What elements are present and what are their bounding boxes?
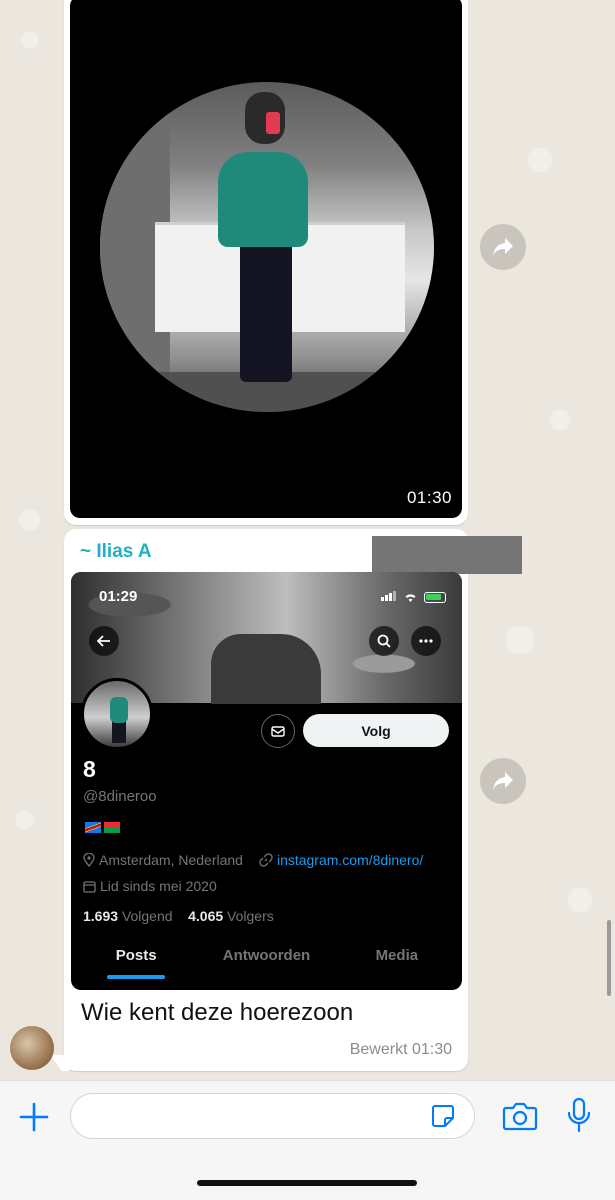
forward-button[interactable] <box>480 224 526 270</box>
calendar-icon <box>83 880 96 893</box>
message-input-bar <box>0 1080 615 1200</box>
battery-icon <box>424 591 446 603</box>
following-count: 1.693 <box>83 908 119 924</box>
mail-icon <box>271 725 285 737</box>
followers-label: Volgers <box>227 908 274 924</box>
status-icons <box>381 588 446 606</box>
message-input[interactable] <box>70 1093 475 1139</box>
profile-meta-joined: Lid sinds mei 2020 <box>83 878 217 894</box>
followers-count: 4.065 <box>188 908 224 924</box>
tab-replies: Antwoorden <box>222 947 311 964</box>
tab-media: Media <box>375 947 419 964</box>
profile-screenshot-image[interactable]: 01:29 Volg 8 @8dineroo Amsterdam, Nederl… <box>71 572 462 990</box>
following-label: Volgend <box>121 908 173 924</box>
forward-icon <box>493 772 513 790</box>
signal-icon <box>381 588 397 606</box>
video-timestamp: 01:30 <box>406 488 452 507</box>
video-message-bubble[interactable]: 01:30 <box>64 0 468 525</box>
forward-icon <box>493 238 513 256</box>
profile-link: instagram.com/8dinero/ <box>276 852 424 868</box>
profile-meta-location: Amsterdam, Nederland instagram.com/8dine… <box>83 852 423 868</box>
home-indicator <box>197 1180 417 1186</box>
forward-button-2[interactable] <box>480 758 526 804</box>
sender-name[interactable]: ~ Ilias A <box>80 541 152 563</box>
more-button <box>411 626 441 656</box>
message-edited-timestamp: Bewerkt 01:30 <box>349 1041 452 1058</box>
follow-stats: 1.693 Volgend 4.065 Volgers <box>83 908 274 924</box>
profile-tabs: Posts Antwoorden Media <box>71 937 462 990</box>
message-caption: Wie kent deze hoerezoon <box>81 999 354 1026</box>
more-icon <box>419 639 433 643</box>
wifi-icon <box>405 593 416 602</box>
microphone-icon[interactable] <box>566 1097 592 1135</box>
image-message-bubble[interactable]: ~ Ilias A 01:29 Volg 8 @8dineroo Amsterd… <box>64 529 522 1071</box>
back-button <box>89 626 119 656</box>
user-handle: @8dineroo <box>83 788 157 805</box>
profile-avatar <box>81 678 153 750</box>
redacted-phone-number <box>372 536 522 574</box>
location-text: Amsterdam, Nederland <box>99 852 243 868</box>
sticker-icon[interactable] <box>430 1103 456 1129</box>
flag-burkina-faso-icon <box>104 822 120 833</box>
search-icon <box>377 634 391 648</box>
scroll-indicator <box>607 920 611 996</box>
camera-icon[interactable] <box>502 1101 538 1131</box>
video-thumbnail <box>100 82 434 412</box>
plus-icon[interactable] <box>18 1101 50 1133</box>
follow-button: Volg <box>303 714 449 747</box>
tab-posts: Posts <box>71 937 201 990</box>
message-button <box>261 714 295 748</box>
flag-dr-congo-icon <box>85 822 101 833</box>
joined-text: Lid sinds mei 2020 <box>100 878 217 894</box>
link-icon <box>259 853 273 867</box>
status-time: 01:29 <box>99 588 138 605</box>
display-name: 8 <box>83 756 96 782</box>
bio-flags <box>85 822 120 833</box>
back-arrow-icon <box>97 635 110 647</box>
sender-avatar[interactable] <box>10 1026 54 1070</box>
search-button <box>369 626 399 656</box>
video-note[interactable]: 01:30 <box>70 0 462 518</box>
location-icon <box>83 853 95 867</box>
